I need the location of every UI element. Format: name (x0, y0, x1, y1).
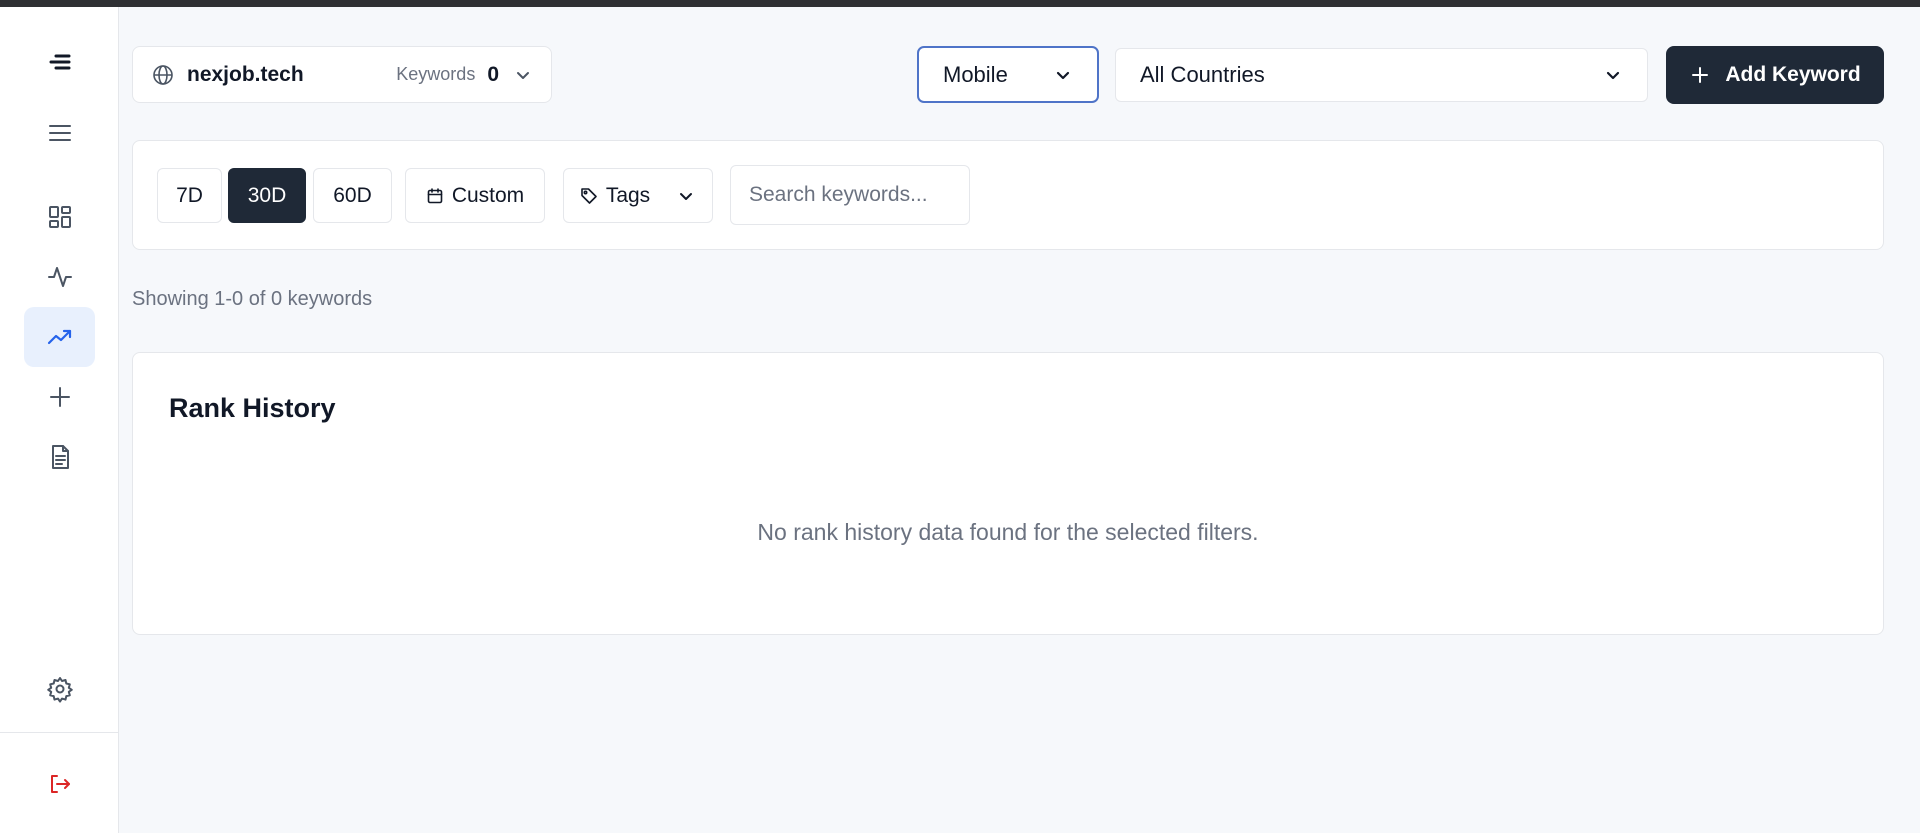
window-top-strip (0, 0, 1920, 7)
add-keyword-button[interactable]: Add Keyword (1666, 46, 1884, 104)
chevron-down-icon (676, 186, 696, 206)
keywords-label: Keywords (396, 64, 476, 84)
tag-icon (580, 187, 598, 205)
country-select-value: All Countries (1140, 62, 1265, 87)
chevron-down-icon (1053, 65, 1073, 85)
site-name: nexjob.tech (187, 62, 304, 86)
logo-icon[interactable] (24, 33, 95, 93)
logout-icon[interactable] (24, 754, 95, 814)
sidebar-divider (0, 732, 119, 733)
country-select[interactable]: All Countries (1115, 48, 1648, 102)
tags-dropdown[interactable]: Tags (563, 168, 713, 223)
search-keywords-input[interactable] (730, 165, 970, 225)
range-30d-button[interactable]: 30D (228, 168, 306, 223)
activity-icon[interactable] (24, 247, 95, 307)
chevron-down-icon (1603, 65, 1623, 85)
device-select-value: Mobile (943, 61, 1008, 87)
rank-history-card: Rank History No rank history data found … (132, 352, 1884, 635)
settings-gear-icon[interactable] (24, 659, 95, 719)
sidebar (0, 7, 119, 833)
rank-tracker-icon[interactable] (24, 307, 95, 367)
menu-icon[interactable] (24, 103, 95, 163)
add-keyword-label: Add Keyword (1725, 63, 1861, 86)
add-icon[interactable] (24, 367, 95, 427)
plus-icon (1692, 67, 1709, 83)
filter-bar: 7D 30D 60D Custom Tags (132, 140, 1884, 250)
range-60d-button[interactable]: 60D (313, 168, 392, 223)
rank-history-title: Rank History (169, 393, 336, 423)
chevron-down-icon (513, 65, 533, 85)
rank-history-empty-message: No rank history data found for the selec… (757, 519, 1259, 545)
range-7d-button[interactable]: 7D (157, 168, 222, 223)
device-select[interactable]: Mobile (917, 46, 1099, 103)
document-icon[interactable] (24, 427, 95, 487)
site-selector[interactable]: nexjob.tech Keywords 0 (132, 46, 552, 103)
calendar-icon (426, 187, 444, 205)
tags-label: Tags (605, 183, 651, 207)
custom-range-label: Custom (451, 183, 525, 207)
custom-range-button[interactable]: Custom (405, 168, 545, 223)
globe-icon (151, 63, 175, 87)
keywords-count: 0 (487, 62, 499, 86)
dashboard-icon[interactable] (24, 187, 95, 247)
results-count-text: Showing 1-0 of 0 keywords (132, 288, 373, 310)
